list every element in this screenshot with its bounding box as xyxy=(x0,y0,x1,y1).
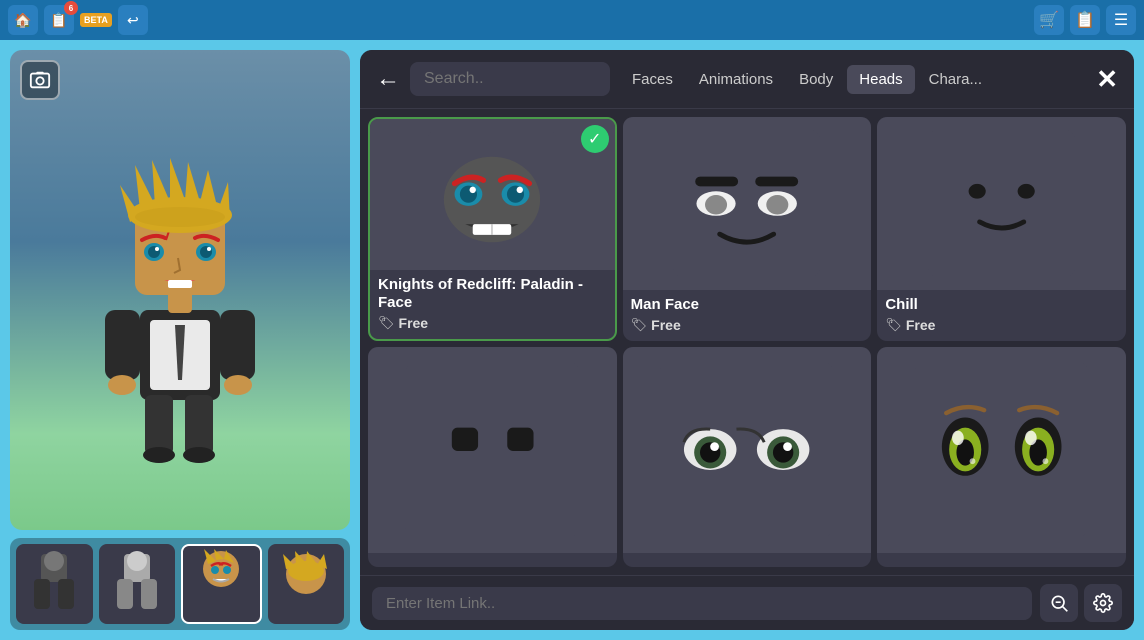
item-card-5[interactable] xyxy=(623,347,872,567)
item-thumb-1: ✓ xyxy=(370,119,615,270)
item-info-6 xyxy=(877,553,1126,567)
shop-tabs: Faces Animations Body Heads Chara... xyxy=(620,65,1078,94)
shop-panel: ← Faces Animations Body Heads Chara... ✕ xyxy=(360,50,1134,630)
tab-body[interactable]: Body xyxy=(787,65,845,94)
item-info-3: Chill 🏷 Free xyxy=(877,290,1126,341)
price-text-1: Free xyxy=(399,315,429,331)
tab-heads[interactable]: Heads xyxy=(847,65,914,94)
bottom-bar xyxy=(360,575,1134,630)
outfit-thumb-3[interactable] xyxy=(181,544,262,624)
settings-button[interactable] xyxy=(1084,584,1122,622)
item-card-4[interactable] xyxy=(368,347,617,567)
item-card-2[interactable]: Man Face 🏷 Free xyxy=(623,117,872,341)
main-area: ← Faces Animations Body Heads Chara... ✕ xyxy=(0,40,1144,640)
back-button[interactable]: ← xyxy=(376,65,400,93)
price-text-3: Free xyxy=(906,317,936,333)
shop-header: ← Faces Animations Body Heads Chara... ✕ xyxy=(360,50,1134,109)
topbar-right: 🛒 📋 ☰ xyxy=(1034,5,1136,35)
item-thumb-2 xyxy=(623,117,872,290)
item-info-4 xyxy=(368,553,617,567)
menu-icon[interactable]: ☰ xyxy=(1106,5,1136,35)
notifications-icon[interactable]: 📋 6 xyxy=(44,5,74,35)
outfit-thumbnails xyxy=(10,538,350,630)
item-card-1[interactable]: ✓ Knights of Redcliff: Paladin - Face 🏷 … xyxy=(368,117,617,341)
cart-icon[interactable]: 🛒 xyxy=(1034,5,1064,35)
camera-icon[interactable] xyxy=(20,60,60,100)
price-tag-icon-3: 🏷 xyxy=(885,317,902,333)
selected-check: ✓ xyxy=(581,125,609,153)
topbar: 🏠 📋 6 BETA ↩ 🛒 📋 ☰ xyxy=(0,0,1144,40)
outfit-thumb-4[interactable] xyxy=(268,544,345,624)
character-figure xyxy=(70,110,290,470)
item-price-3: 🏷 Free xyxy=(885,317,1118,333)
items-grid: ✓ Knights of Redcliff: Paladin - Face 🏷 … xyxy=(360,109,1134,575)
item-info-2: Man Face 🏷 Free xyxy=(623,290,872,341)
item-price-1: 🏷 Free xyxy=(378,315,607,331)
item-name-3: Chill xyxy=(885,296,1118,314)
item-thumb-6 xyxy=(877,347,1126,553)
item-thumb-4 xyxy=(368,347,617,553)
item-price-2: 🏷 Free xyxy=(631,317,864,333)
price-tag-icon-1: 🏷 xyxy=(378,315,395,331)
beta-badge: BETA xyxy=(80,13,112,27)
item-name-1: Knights of Redcliff: Paladin - Face xyxy=(378,276,607,312)
item-info-5 xyxy=(623,553,872,567)
outfit-thumb-2[interactable] xyxy=(99,544,176,624)
clipboard-icon[interactable]: 📋 xyxy=(1070,5,1100,35)
close-button[interactable]: ✕ xyxy=(1096,64,1118,95)
item-thumb-5 xyxy=(623,347,872,553)
tab-faces[interactable]: Faces xyxy=(620,65,685,94)
search-input[interactable] xyxy=(410,62,610,96)
outfit-thumb-1[interactable] xyxy=(16,544,93,624)
history-icon[interactable]: ↩ xyxy=(118,5,148,35)
left-panel xyxy=(10,50,350,630)
home-icon[interactable]: 🏠 xyxy=(8,5,38,35)
item-info-1: Knights of Redcliff: Paladin - Face 🏷 Fr… xyxy=(370,270,615,339)
item-thumb-3 xyxy=(877,117,1126,290)
zoom-button[interactable] xyxy=(1040,584,1078,622)
item-card-6[interactable] xyxy=(877,347,1126,567)
item-card-3[interactable]: Chill 🏷 Free xyxy=(877,117,1126,341)
character-preview xyxy=(10,50,350,530)
bottom-right-icons xyxy=(1040,584,1122,622)
item-link-input[interactable] xyxy=(372,587,1032,620)
notification-badge: 6 xyxy=(64,1,78,15)
tab-characters[interactable]: Chara... xyxy=(917,65,994,94)
price-text-2: Free xyxy=(651,317,681,333)
price-tag-icon-2: 🏷 xyxy=(631,317,648,333)
tab-animations[interactable]: Animations xyxy=(687,65,785,94)
item-name-2: Man Face xyxy=(631,296,864,314)
